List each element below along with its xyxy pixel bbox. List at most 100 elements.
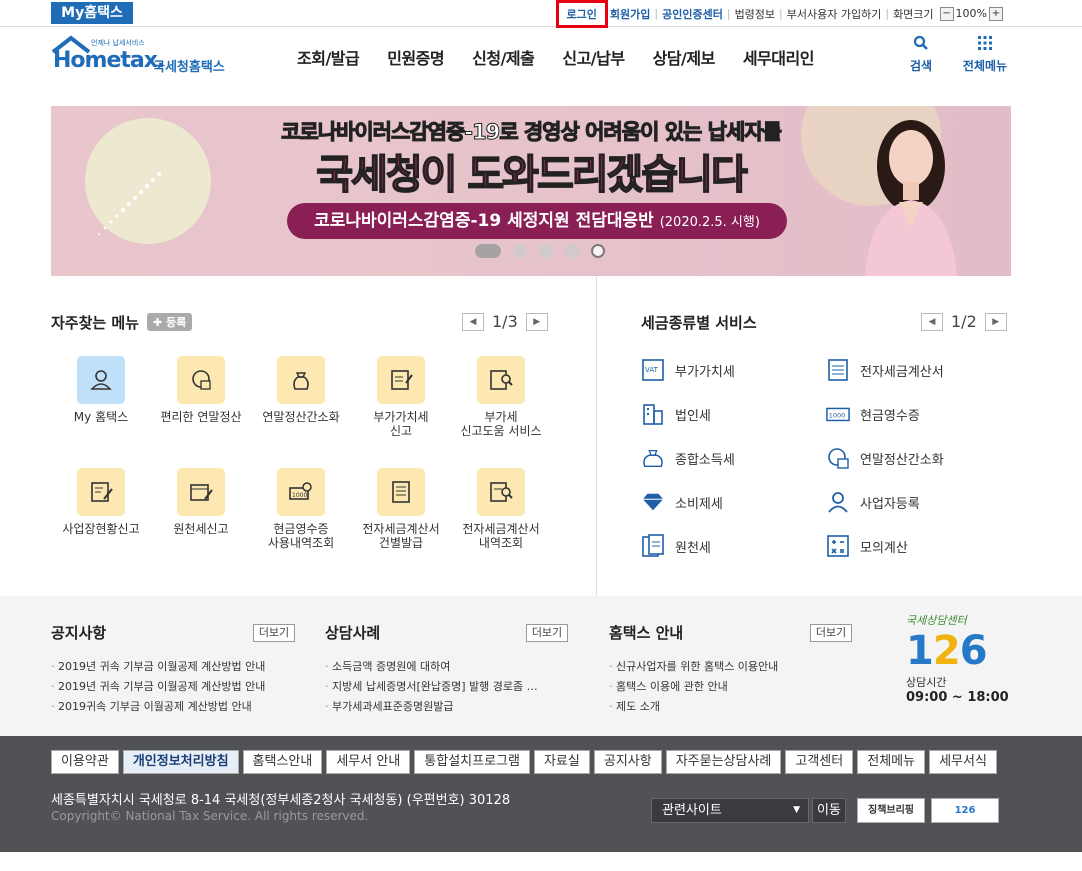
banner-dot[interactable]: [475, 244, 501, 258]
fav-item-e-invoice-issue[interactable]: 전자세금계산서 건별발급: [351, 468, 451, 550]
svg-text:1000: 1000: [292, 492, 307, 499]
fav-item-e-invoice-history[interactable]: 전자세금계산서 내역조회: [451, 468, 551, 550]
tax-item-label: 소비제세: [675, 496, 723, 512]
search-button[interactable]: 검색: [894, 35, 948, 74]
center-number: 126: [906, 628, 988, 674]
tax-item-e-invoice[interactable]: 전자세금계산서: [826, 358, 944, 382]
favorites-register-button[interactable]: ✚ 등록: [147, 313, 193, 331]
signup-link[interactable]: 회원가입: [610, 6, 650, 22]
tax-item-year-end-simplified[interactable]: 연말정산간소화: [826, 446, 944, 470]
notice-item[interactable]: 2019귀속 기부금 이월공제 계산방법 안내: [51, 697, 295, 717]
nav-item-certificate[interactable]: 민원증명: [387, 45, 444, 69]
footer-link-all-menu[interactable]: 전체메뉴: [857, 750, 926, 774]
tax-item-consumption[interactable]: 소비제세: [641, 490, 723, 514]
guide-item[interactable]: 제도 소개: [609, 697, 853, 717]
diamond-icon: [641, 490, 665, 514]
related-site-select[interactable]: 관련사이트 ▼: [651, 798, 809, 823]
center-126-badge[interactable]: 126: [931, 798, 999, 823]
login-link[interactable]: 로그인: [555, 0, 608, 28]
footer-link-hometax-guide[interactable]: 홈택스안내: [242, 750, 323, 774]
nav-item-inquiry[interactable]: 조회/발급: [297, 45, 360, 69]
law-info-link[interactable]: 법령정보: [735, 6, 775, 22]
consult-center-126[interactable]: 국세상담센터 126 상담시간 09:00 ~ 18:00: [906, 612, 1016, 705]
guide-item[interactable]: 홈택스 이용에 관한 안내: [609, 677, 853, 697]
tax-item-corporate[interactable]: 법인세: [641, 402, 711, 426]
tax-item-mock-calc[interactable]: 모의계산: [826, 534, 908, 558]
fav-label: 부가세: [484, 410, 518, 424]
tax-item-label: 현금영수증: [860, 408, 920, 424]
nav-item-agent[interactable]: 세무대리인: [743, 45, 815, 69]
footer-link-install[interactable]: 통합설치프로그램: [414, 750, 530, 774]
fav-item-my-hometax[interactable]: My 홈택스: [51, 356, 151, 424]
banner-pause-button[interactable]: [591, 244, 605, 258]
banner-person-image: [865, 120, 957, 276]
banner-dot[interactable]: [565, 244, 579, 258]
fav-item-vat-help[interactable]: 부가세 신고도움 서비스: [451, 356, 551, 438]
consult-more-button[interactable]: 더보기: [526, 624, 568, 642]
consult-item[interactable]: 소득금액 증명원에 대하여: [325, 657, 569, 677]
fav-label: 현금영수증: [273, 522, 329, 536]
fav-item-withholding-filing[interactable]: 원천세신고: [151, 468, 251, 536]
money-bag-icon: [277, 356, 325, 404]
payslip-icon: [641, 534, 665, 558]
tax-item-cash-receipt[interactable]: 1000 현금영수증: [826, 402, 920, 426]
fav-item-year-end-simplified[interactable]: 연말정산간소화: [251, 356, 351, 424]
all-menu-button[interactable]: 전체메뉴: [958, 35, 1012, 74]
zoom-in-button[interactable]: +: [989, 6, 1003, 21]
banner-pagination: [469, 244, 611, 258]
tax-item-label: 원천세: [675, 540, 711, 556]
site-footer: 이용약관 개인정보처리방침 홈택스안내 세무서 안내 통합설치프로그램 자료실 …: [0, 736, 1082, 852]
my-hometax-tab[interactable]: My홈택스: [51, 2, 133, 24]
footer-link-customer-center[interactable]: 고객센터: [785, 750, 854, 774]
related-site-value: 관련사이트: [662, 803, 722, 818]
policy-briefing-badge[interactable]: 징책브리핑: [857, 798, 925, 823]
next-page-button[interactable]: ▶: [984, 312, 1007, 331]
hometax-logo[interactable]: 언제나 납세서비스 Hometax. 국세청홈택스: [51, 34, 241, 76]
nav-item-application[interactable]: 신청/제출: [472, 45, 535, 69]
banner-dot[interactable]: [513, 244, 527, 258]
consult-column: 상담사례 더보기 소득금액 증명원에 대하여 지방세 납세증명서[완납증명] 발…: [325, 622, 569, 717]
notice-item[interactable]: 2019년 귀속 기부금 이월공제 계산방법 안내: [51, 677, 295, 697]
fav-item-vat-filing[interactable]: 부가가치세 신고: [351, 356, 451, 438]
cash-search-icon: 1000: [277, 468, 325, 516]
nav-item-consult[interactable]: 상담/제보: [653, 45, 716, 69]
tax-item-label: 모의계산: [860, 540, 908, 556]
zoom-out-button[interactable]: −: [939, 6, 954, 21]
tax-item-vat[interactable]: VAT 부가가치세: [641, 358, 735, 382]
fav-label: 전자세금계산서: [362, 522, 440, 536]
fav-item-cash-receipt-history[interactable]: 1000 현금영수증 사용내역조회: [251, 468, 351, 550]
tax-item-income[interactable]: 종합소득세: [641, 446, 735, 470]
go-button[interactable]: 이동: [812, 798, 846, 823]
footer-link-tax-office[interactable]: 세무서 안내: [326, 750, 411, 774]
guide-item[interactable]: 신규사업자를 위한 홈택스 이용안내: [609, 657, 853, 677]
user-icon: [77, 356, 125, 404]
cert-center-link[interactable]: 공인인증센터: [662, 6, 723, 22]
consult-item[interactable]: 지방세 납세증명서[완납증명] 발행 경로좀 …: [325, 677, 569, 697]
footer-link-notice[interactable]: 공지사항: [593, 750, 662, 774]
dept-user-signup-link[interactable]: 부서사용자 가입하기: [787, 6, 882, 22]
zoom-value: 100%: [955, 7, 987, 20]
next-page-button[interactable]: ▶: [525, 312, 548, 331]
prev-page-button[interactable]: ◀: [462, 312, 484, 331]
consult-item[interactable]: 부가세과세표준증명원발급: [325, 697, 569, 717]
notice-item[interactable]: 2019년 귀속 기부금 이월공제 계산방법 안내: [51, 657, 295, 677]
footer-link-privacy[interactable]: 개인정보처리방침: [122, 750, 239, 774]
banner-dot[interactable]: [539, 244, 553, 258]
fav-label-2: 신고: [389, 424, 413, 438]
favorites-title: 자주찾는 메뉴 ✚ 등록: [51, 312, 193, 333]
main-banner[interactable]: 코로나바이러스감염증-19로 경영상 어려움이 있는 납세자를 국세청이 도와드…: [51, 106, 1011, 276]
footer-link-faq[interactable]: 자주묻는상담사례: [665, 750, 782, 774]
footer-link-terms[interactable]: 이용약관: [51, 750, 119, 774]
guide-more-button[interactable]: 더보기: [810, 624, 852, 642]
footer-link-resources[interactable]: 자료실: [533, 750, 590, 774]
fav-item-business-status[interactable]: 사업장현황신고: [51, 468, 151, 536]
nav-item-filing[interactable]: 신고/납부: [562, 45, 625, 69]
notice-more-button[interactable]: 더보기: [253, 624, 295, 642]
fav-item-easy-year-end[interactable]: 편리한 연말정산: [151, 356, 251, 424]
tax-item-withholding[interactable]: 원천세: [641, 534, 711, 558]
fav-label: 부가가치세: [373, 410, 429, 424]
fav-label-2: 내역조회: [478, 536, 524, 550]
footer-link-tax-forms[interactable]: 세무서식: [929, 750, 997, 774]
tax-item-business-registration[interactable]: 사업자등록: [826, 490, 920, 514]
prev-page-button[interactable]: ◀: [921, 312, 943, 331]
